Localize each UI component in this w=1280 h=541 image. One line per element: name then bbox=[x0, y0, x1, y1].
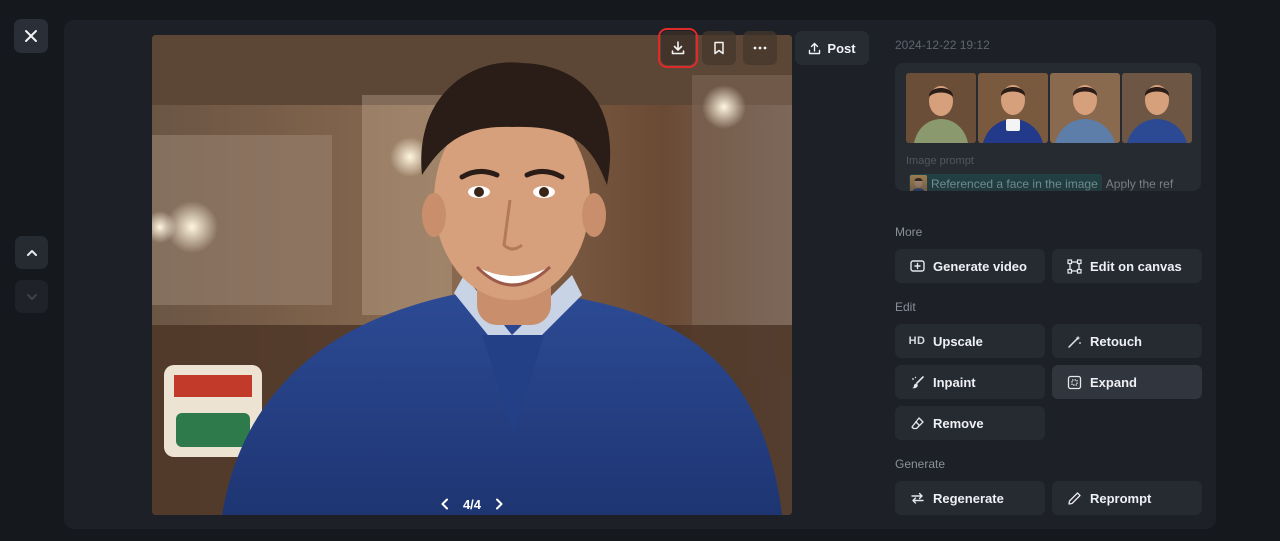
close-icon bbox=[25, 30, 37, 42]
expand-button[interactable]: Expand bbox=[1052, 365, 1202, 399]
upscale-label: Upscale bbox=[933, 333, 983, 349]
generate-video-button[interactable]: Generate video bbox=[895, 249, 1045, 283]
download-button[interactable] bbox=[658, 28, 698, 68]
regenerate-arrows-icon bbox=[909, 490, 925, 506]
inpaint-button[interactable]: Inpaint bbox=[895, 365, 1045, 399]
generated-image bbox=[152, 35, 792, 515]
prompt-text: Apply the ref bbox=[1105, 176, 1174, 191]
generate-video-label: Generate video bbox=[933, 258, 1027, 274]
next-image-button[interactable] bbox=[15, 280, 48, 313]
image-pager: 4/4 bbox=[440, 494, 504, 514]
more-horizontal-icon bbox=[753, 46, 767, 50]
prompt-text-line: Referenced a face in the image Apply the… bbox=[909, 174, 1173, 191]
face-reference-text: Referenced a face in the image bbox=[931, 176, 1098, 191]
bookmark-icon bbox=[714, 41, 724, 55]
bookmark-button[interactable] bbox=[702, 31, 736, 65]
expand-label: Expand bbox=[1090, 374, 1137, 390]
reprompt-label: Reprompt bbox=[1090, 490, 1152, 506]
prompt-card[interactable]: Image prompt Referenced a face in the im… bbox=[895, 63, 1201, 191]
retouch-label: Retouch bbox=[1090, 333, 1142, 349]
thumbnail[interactable] bbox=[1050, 73, 1120, 143]
post-label: Post bbox=[827, 40, 856, 56]
face-reference-chip[interactable]: Referenced a face in the image bbox=[909, 174, 1102, 191]
download-icon bbox=[671, 41, 685, 55]
inpaint-label: Inpaint bbox=[933, 374, 976, 390]
edit-section-label: Edit bbox=[895, 300, 916, 314]
expand-frame-icon bbox=[1066, 374, 1082, 390]
pencil-icon bbox=[1066, 490, 1082, 506]
chevron-left-icon bbox=[441, 498, 448, 510]
brush-icon bbox=[909, 374, 925, 390]
chevron-down-icon bbox=[26, 293, 37, 300]
image-prompt-label: Image prompt bbox=[906, 155, 974, 167]
pager-next-button[interactable] bbox=[494, 498, 504, 510]
close-button[interactable] bbox=[14, 19, 48, 53]
retouch-button[interactable]: Retouch bbox=[1052, 324, 1202, 358]
creation-timestamp: 2024-12-22 19:12 bbox=[895, 38, 990, 52]
magic-wand-icon bbox=[1066, 333, 1082, 349]
edit-on-canvas-button[interactable]: Edit on canvas bbox=[1052, 249, 1202, 283]
reprompt-button[interactable]: Reprompt bbox=[1052, 481, 1202, 515]
eraser-icon bbox=[909, 415, 925, 431]
more-options-button[interactable] bbox=[743, 31, 777, 65]
chevron-up-icon bbox=[26, 249, 37, 256]
more-section-label: More bbox=[895, 225, 923, 239]
remove-button[interactable]: Remove bbox=[895, 406, 1045, 440]
pager-previous-button[interactable] bbox=[440, 498, 450, 510]
thumbnail[interactable] bbox=[906, 73, 976, 143]
pager-count: 4/4 bbox=[462, 496, 482, 512]
generate-section-label: Generate bbox=[895, 457, 946, 471]
canvas-frame-icon bbox=[1066, 258, 1082, 274]
video-add-icon bbox=[909, 258, 925, 274]
hd-icon: HD bbox=[908, 335, 926, 347]
face-reference-thumbnail bbox=[910, 175, 927, 191]
regenerate-label: Regenerate bbox=[933, 490, 1004, 506]
thumbnail[interactable] bbox=[1122, 73, 1192, 143]
thumbnail[interactable] bbox=[978, 73, 1048, 143]
upscale-button[interactable]: HD Upscale bbox=[895, 324, 1045, 358]
regenerate-button[interactable]: Regenerate bbox=[895, 481, 1045, 515]
reference-thumbnails bbox=[906, 73, 1192, 143]
remove-label: Remove bbox=[933, 415, 984, 431]
upload-icon bbox=[809, 42, 821, 54]
post-button[interactable]: Post bbox=[795, 31, 869, 65]
previous-image-button[interactable] bbox=[15, 236, 48, 269]
edit-on-canvas-label: Edit on canvas bbox=[1090, 258, 1182, 274]
chevron-right-icon bbox=[495, 498, 503, 510]
